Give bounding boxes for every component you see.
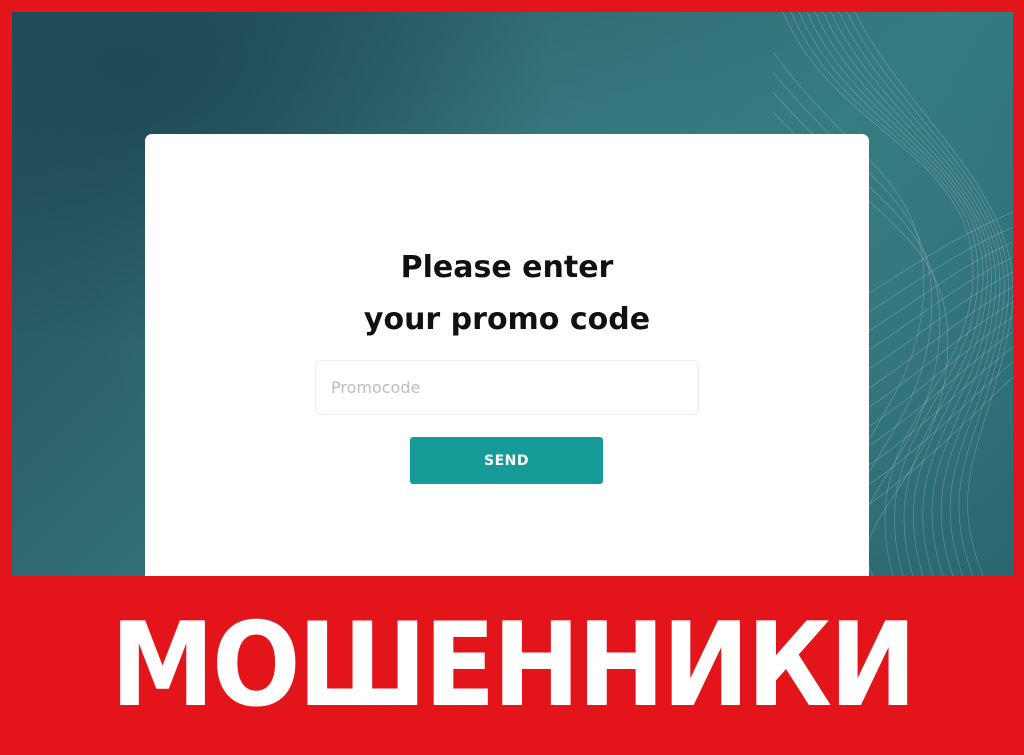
- promo-heading: Please enter your promo code: [145, 242, 869, 346]
- promocode-input[interactable]: [315, 360, 699, 415]
- heading-line-1: Please enter: [400, 250, 614, 285]
- heading-line-2: your promo code: [363, 302, 651, 337]
- send-button[interactable]: SEND: [410, 437, 603, 484]
- promo-card: Please enter your promo code SEND: [145, 134, 869, 576]
- page-background: Please enter your promo code SEND: [12, 12, 1013, 576]
- warning-banner: МОШЕННИКИ: [0, 576, 1024, 755]
- warning-banner-text: МОШЕННИКИ: [110, 597, 916, 733]
